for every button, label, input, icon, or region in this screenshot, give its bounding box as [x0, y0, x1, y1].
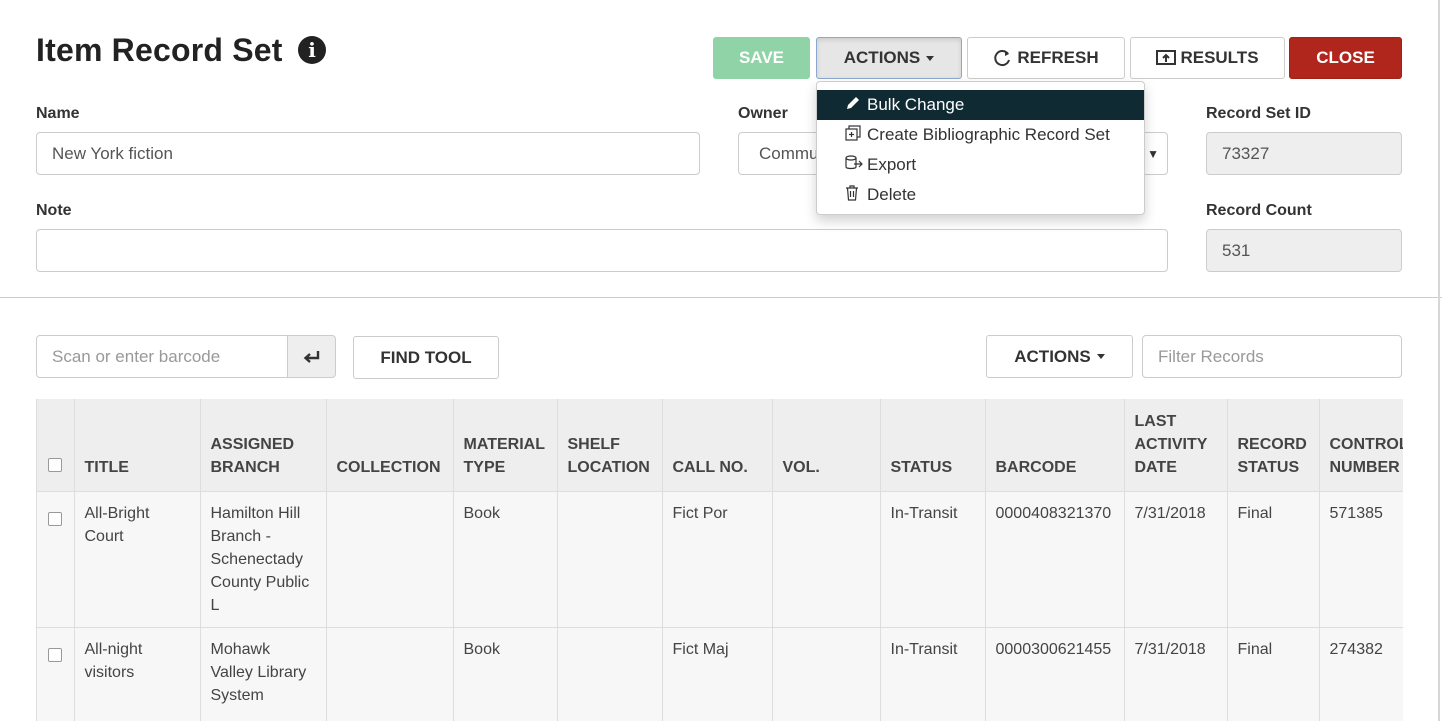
table-cell: [557, 627, 663, 721]
name-label: Name: [36, 105, 80, 122]
record-count-field: 531: [1206, 229, 1402, 272]
column-header[interactable]: VOL.: [772, 399, 881, 492]
table-row[interactable]: All-Bright Court Hamilton Hill Branch - …: [37, 491, 1403, 628]
table-cell: [326, 627, 454, 721]
table-cell: Fict Por: [662, 491, 773, 628]
barcode-submit-button[interactable]: [287, 335, 336, 378]
table-row[interactable]: All-night visitors Mohawk Valley Library…: [37, 627, 1403, 721]
results-label: RESULTS: [1180, 48, 1259, 67]
filter-records-input[interactable]: Filter Records: [1142, 335, 1402, 378]
owner-value: Commu: [759, 143, 819, 163]
results-button[interactable]: RESULTS: [1130, 37, 1285, 79]
record-set-id-label: Record Set ID: [1206, 105, 1311, 122]
table-cell: Book: [453, 491, 558, 628]
refresh-icon: [994, 50, 1011, 67]
table-cell: Mohawk Valley Library System: [200, 627, 327, 721]
records-table-container: TITLE ASSIGNED BRANCH COLLECTION MATERIA…: [36, 399, 1403, 721]
menu-item-label: Export: [867, 155, 917, 174]
column-header[interactable]: STATUS: [880, 399, 986, 492]
column-header[interactable]: LAST ACTIVITY DATE: [1124, 399, 1228, 492]
refresh-button[interactable]: REFRESH: [967, 37, 1125, 79]
column-header[interactable]: CONTROL NUMBER: [1319, 399, 1403, 492]
column-header[interactable]: TITLE: [74, 399, 201, 492]
table-cell: Fict Maj: [662, 627, 773, 721]
section-divider: [0, 297, 1442, 298]
column-header[interactable]: BARCODE: [985, 399, 1125, 492]
table-cell: [772, 627, 881, 721]
save-button[interactable]: SAVE: [713, 37, 810, 79]
trash-icon: [845, 185, 867, 205]
records-table: TITLE ASSIGNED BRANCH COLLECTION MATERIA…: [37, 399, 1403, 721]
record-count-value: 531: [1222, 240, 1251, 260]
caret-down-icon: [1096, 354, 1105, 359]
refresh-label: REFRESH: [1017, 48, 1099, 67]
row-select-cell: [37, 627, 75, 721]
name-value: New York fiction: [52, 143, 173, 163]
table-cell: In-Transit: [880, 627, 986, 721]
menu-item-bulk-change[interactable]: Bulk Change: [817, 90, 1144, 120]
select-all-checkbox[interactable]: [48, 458, 62, 472]
actions-button[interactable]: ACTIONS: [816, 37, 962, 79]
find-tool-button[interactable]: FIND TOOL: [353, 336, 499, 379]
info-circle-icon[interactable]: i: [298, 36, 326, 64]
copy-plus-icon: [845, 125, 867, 145]
record-set-id-field: 73327: [1206, 132, 1402, 175]
owner-label: Owner: [738, 105, 788, 122]
table-header-row: TITLE ASSIGNED BRANCH COLLECTION MATERIA…: [37, 399, 1403, 492]
menu-item-label: Delete: [867, 185, 917, 204]
menu-item-export[interactable]: Export: [817, 150, 1144, 180]
row-checkbox[interactable]: [48, 512, 62, 526]
barcode-input[interactable]: Scan or enter barcode: [36, 335, 288, 378]
table-cell: 7/31/2018: [1124, 627, 1228, 721]
note-field[interactable]: [36, 229, 1168, 272]
table-cell: [326, 491, 454, 628]
table-cell: In-Transit: [880, 491, 986, 628]
page-title: Item Record Set: [36, 32, 283, 68]
row-select-cell: [37, 491, 75, 628]
table-cell: 0000300621455: [985, 627, 1125, 721]
column-header[interactable]: COLLECTION: [326, 399, 454, 492]
table-cell: All-Bright Court: [74, 491, 201, 628]
record-count-label: Record Count: [1206, 202, 1312, 219]
table-cell: Final: [1227, 627, 1320, 721]
column-header[interactable]: RECORD STATUS: [1227, 399, 1320, 492]
results-icon: [1156, 50, 1177, 65]
column-header[interactable]: MATERIAL TYPE: [453, 399, 558, 492]
pencil-icon: [845, 95, 867, 115]
menu-item-create-bib-record-set[interactable]: Create Bibliographic Record Set: [817, 120, 1144, 150]
actions-label: ACTIONS: [843, 48, 921, 67]
note-label: Note: [36, 202, 72, 219]
actions-dropdown-menu: Bulk Change Create Bibliographic Record …: [816, 81, 1145, 215]
table-cell: [557, 491, 663, 628]
table-cell: Final: [1227, 491, 1320, 628]
row-checkbox[interactable]: [48, 648, 62, 662]
menu-item-label: Create Bibliographic Record Set: [867, 125, 1110, 144]
caret-down-icon: [926, 55, 935, 61]
table-cell: 571385: [1319, 491, 1403, 628]
column-header[interactable]: ASSIGNED BRANCH: [200, 399, 327, 492]
column-header[interactable]: SHELF LOCATION: [557, 399, 663, 492]
window-edge: [1438, 0, 1440, 721]
barcode-placeholder: Scan or enter barcode: [52, 346, 221, 366]
table-cell: All-night visitors: [74, 627, 201, 721]
enter-arrow-icon: [303, 350, 319, 363]
record-set-id-value: 73327: [1222, 143, 1270, 163]
table-cell: [772, 491, 881, 628]
table-cell: 274382: [1319, 627, 1403, 721]
menu-item-delete[interactable]: Delete: [817, 180, 1144, 210]
list-actions-label: ACTIONS: [1014, 346, 1091, 366]
table-cell: Book: [453, 627, 558, 721]
name-field[interactable]: New York fiction: [36, 132, 700, 175]
list-actions-button[interactable]: ACTIONS: [986, 335, 1133, 378]
database-export-icon: [845, 155, 867, 175]
table-cell: Hamilton Hill Branch - Schenectady Count…: [200, 491, 327, 628]
close-button[interactable]: CLOSE: [1289, 37, 1402, 79]
select-all-cell: [37, 399, 75, 492]
select-arrow-icon: ▼: [1147, 146, 1159, 161]
menu-item-label: Bulk Change: [867, 95, 965, 114]
table-cell: 0000408321370: [985, 491, 1125, 628]
table-cell: 7/31/2018: [1124, 491, 1228, 628]
column-header[interactable]: CALL NO.: [662, 399, 773, 492]
filter-placeholder: Filter Records: [1158, 346, 1264, 366]
